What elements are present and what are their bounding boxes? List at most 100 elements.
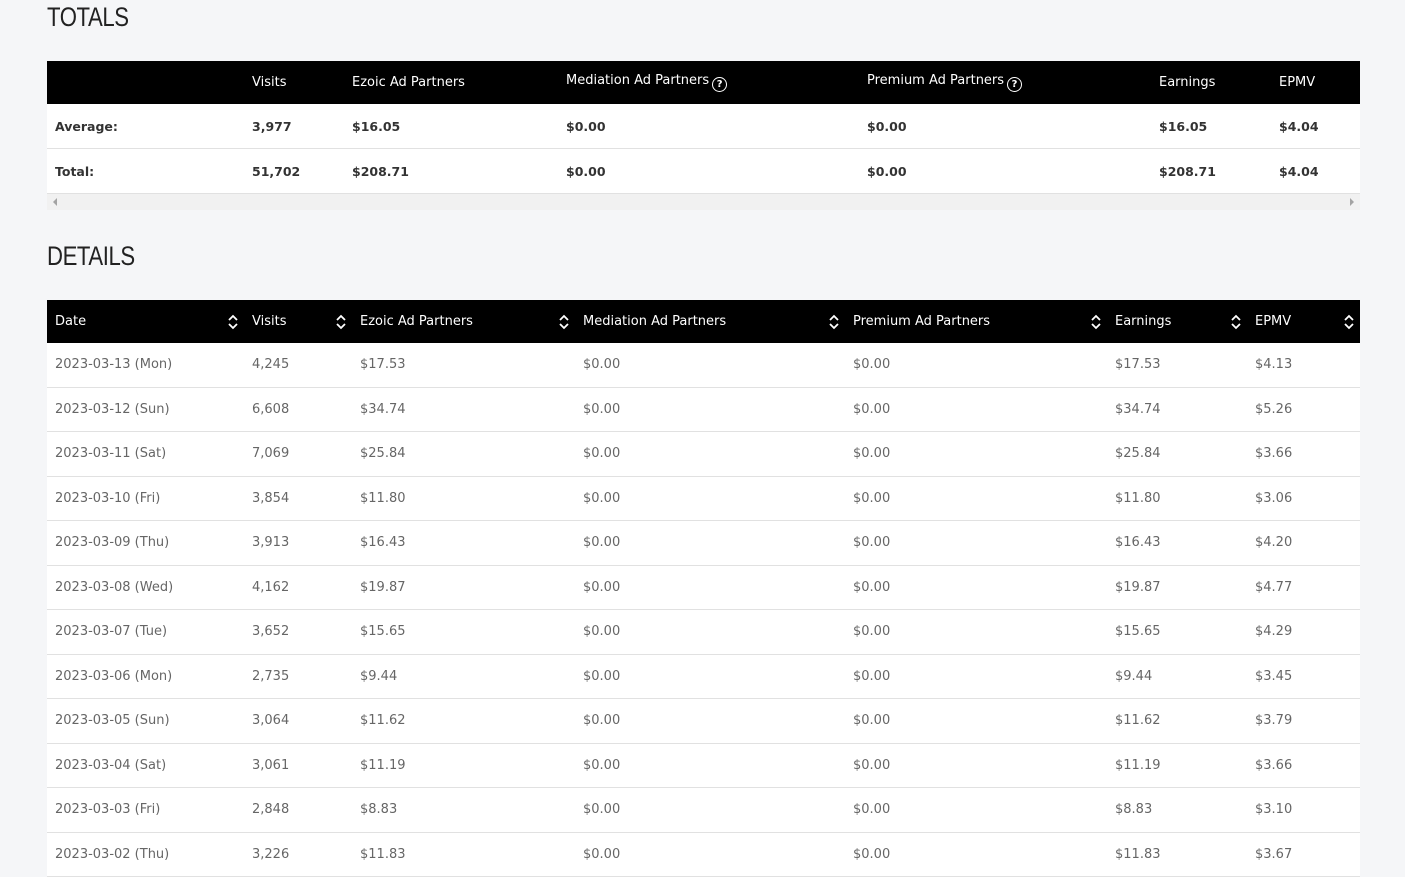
question-circle-icon[interactable]: ? <box>1007 77 1023 92</box>
horizontal-scrollbar[interactable] <box>47 194 1360 210</box>
table-row: 2023-03-11 (Sat) 7,069 $25.84 $0.00 $0.00 $25… <box>47 431 1360 477</box>
cell-ezoic-ad-partners: $9.44 <box>352 654 575 699</box>
table-row: 2023-03-13 (Mon) 4,245 $17.53 $0.00 $0.00 $17… <box>47 343 1360 388</box>
cell-epmv: $4.13 <box>1247 343 1360 388</box>
cell-epmv: $3.66 <box>1247 743 1360 788</box>
cell-epmv: $3.06 <box>1247 476 1360 521</box>
details-header-date[interactable]: Date <box>47 300 244 343</box>
cell-mediation-ad-partners: $0.00 <box>575 431 845 477</box>
cell-premium-ad-partners: $0.00 <box>845 520 1107 566</box>
sort-up-down-icon[interactable] <box>228 313 238 331</box>
cell-visits: 3,913 <box>244 520 352 566</box>
column-label: Premium Ad Partners <box>853 314 991 329</box>
totals-header-visits: Visits <box>244 61 344 104</box>
cell-date: 2023-03-03 (Fri) <box>47 787 244 833</box>
totals-header-ezoic-ad-partners: Ezoic Ad Partners <box>344 61 558 104</box>
cell-date: 2023-03-04 (Sat) <box>47 743 244 788</box>
cell-earnings: $17.53 <box>1107 343 1247 388</box>
cell-premium-ad-partners: $0.00 <box>845 343 1107 388</box>
cell-visits: 3,652 <box>244 609 352 655</box>
cell-earnings: $11.62 <box>1107 698 1247 744</box>
column-label: Mediation Ad Partners <box>566 73 710 88</box>
sort-up-down-icon[interactable] <box>559 313 569 331</box>
cell-premium-ad-partners: $0.00 <box>859 148 1151 194</box>
cell-ezoic-ad-partners: $15.65 <box>352 609 575 655</box>
cell-earnings: $8.83 <box>1107 787 1247 833</box>
totals-header-blank <box>47 61 244 104</box>
details-header-premium-ad-partners[interactable]: Premium Ad Partners <box>845 300 1107 343</box>
cell-ezoic-ad-partners: $11.80 <box>352 476 575 521</box>
totals-header-earnings: Earnings <box>1151 61 1271 104</box>
cell-label: Total: <box>47 148 244 194</box>
cell-earnings: $15.65 <box>1107 609 1247 655</box>
cell-visits: 6,608 <box>244 387 352 432</box>
cell-mediation-ad-partners: $0.00 <box>575 387 845 432</box>
sort-up-down-icon[interactable] <box>829 313 839 331</box>
cell-epmv: $3.66 <box>1247 431 1360 477</box>
cell-premium-ad-partners: $0.00 <box>845 654 1107 699</box>
cell-date: 2023-03-08 (Wed) <box>47 565 244 610</box>
table-row: 2023-03-09 (Thu) 3,913 $16.43 $0.00 $0.00 $16… <box>47 520 1360 566</box>
cell-mediation-ad-partners: $0.00 <box>558 148 859 194</box>
details-header-epmv[interactable]: EPMV <box>1247 300 1360 343</box>
cell-epmv: $3.79 <box>1247 698 1360 744</box>
sort-up-down-icon[interactable] <box>1231 313 1241 331</box>
column-label: Premium Ad Partners <box>867 73 1005 88</box>
cell-visits: 7,069 <box>244 431 352 477</box>
cell-ezoic-ad-partners: $19.87 <box>352 565 575 610</box>
cell-premium-ad-partners: $0.00 <box>845 743 1107 788</box>
cell-premium-ad-partners: $0.00 <box>859 104 1151 149</box>
caret-left-icon[interactable] <box>53 198 57 206</box>
cell-premium-ad-partners: $0.00 <box>845 787 1107 833</box>
table-row: 2023-03-03 (Fri) 2,848 $8.83 $0.00 $0.00 $8.8… <box>47 787 1360 833</box>
table-row: 2023-03-06 (Mon) 2,735 $9.44 $0.00 $0.00 $9.4… <box>47 654 1360 699</box>
cell-premium-ad-partners: $0.00 <box>845 609 1107 655</box>
column-label: EPMV <box>1279 75 1316 90</box>
cell-earnings: $25.84 <box>1107 431 1247 477</box>
table-row: 2023-03-08 (Wed) 4,162 $19.87 $0.00 $0.00 $19… <box>47 565 1360 610</box>
details-header-visits[interactable]: Visits <box>244 300 352 343</box>
cell-ezoic-ad-partners: $34.74 <box>352 387 575 432</box>
cell-visits: 51,702 <box>244 148 344 194</box>
cell-ezoic-ad-partners: $8.83 <box>352 787 575 833</box>
cell-ezoic-ad-partners: $16.43 <box>352 520 575 566</box>
totals-title: TOTALS <box>47 2 129 32</box>
cell-ezoic-ad-partners: $208.71 <box>344 148 558 194</box>
cell-mediation-ad-partners: $0.00 <box>575 654 845 699</box>
cell-visits: 2,848 <box>244 787 352 833</box>
totals-table-container: Visits Ezoic Ad Partners Mediation Ad Part… <box>47 61 1360 210</box>
cell-epmv: $4.20 <box>1247 520 1360 566</box>
totals-table: Visits Ezoic Ad Partners Mediation Ad Part… <box>47 61 1360 194</box>
question-circle-icon[interactable]: ? <box>712 77 728 92</box>
cell-earnings: $11.80 <box>1107 476 1247 521</box>
cell-visits: 3,064 <box>244 698 352 744</box>
details-header-ezoic-ad-partners[interactable]: Ezoic Ad Partners <box>352 300 575 343</box>
cell-premium-ad-partners: $0.00 <box>845 476 1107 521</box>
column-label: Earnings <box>1159 75 1216 90</box>
details-table: Date Visits Ezoic Ad Partners Mediation Ad … <box>47 300 1360 877</box>
cell-earnings: $16.43 <box>1107 520 1247 566</box>
cell-mediation-ad-partners: $0.00 <box>575 343 845 388</box>
sort-up-down-icon[interactable] <box>1091 313 1101 331</box>
cell-ezoic-ad-partners: $17.53 <box>352 343 575 388</box>
cell-epmv: $4.29 <box>1247 609 1360 655</box>
details-table-container: Date Visits Ezoic Ad Partners Mediation Ad … <box>47 300 1360 877</box>
cell-mediation-ad-partners: $0.00 <box>575 787 845 833</box>
table-row: Average: 3,977 $16.05 $0.00 $0.00 $16.05 $4.04 <box>47 104 1360 149</box>
totals-header-mediation-ad-partners: Mediation Ad Partners? <box>558 61 859 104</box>
cell-premium-ad-partners: $0.00 <box>845 431 1107 477</box>
cell-mediation-ad-partners: $0.00 <box>575 698 845 744</box>
column-label: Earnings <box>1115 314 1172 329</box>
table-row: 2023-03-04 (Sat) 3,061 $11.19 $0.00 $0.00 $11… <box>47 743 1360 788</box>
cell-visits: 3,854 <box>244 476 352 521</box>
sort-up-down-icon[interactable] <box>1344 313 1354 331</box>
column-label: Mediation Ad Partners <box>583 314 727 329</box>
details-header-mediation-ad-partners[interactable]: Mediation Ad Partners <box>575 300 845 343</box>
cell-earnings: $16.05 <box>1151 104 1271 149</box>
cell-mediation-ad-partners: $0.00 <box>575 743 845 788</box>
details-header-earnings[interactable]: Earnings <box>1107 300 1247 343</box>
sort-up-down-icon[interactable] <box>336 313 346 331</box>
cell-earnings: $9.44 <box>1107 654 1247 699</box>
caret-right-icon[interactable] <box>1350 198 1354 206</box>
column-label: EPMV <box>1255 314 1292 329</box>
